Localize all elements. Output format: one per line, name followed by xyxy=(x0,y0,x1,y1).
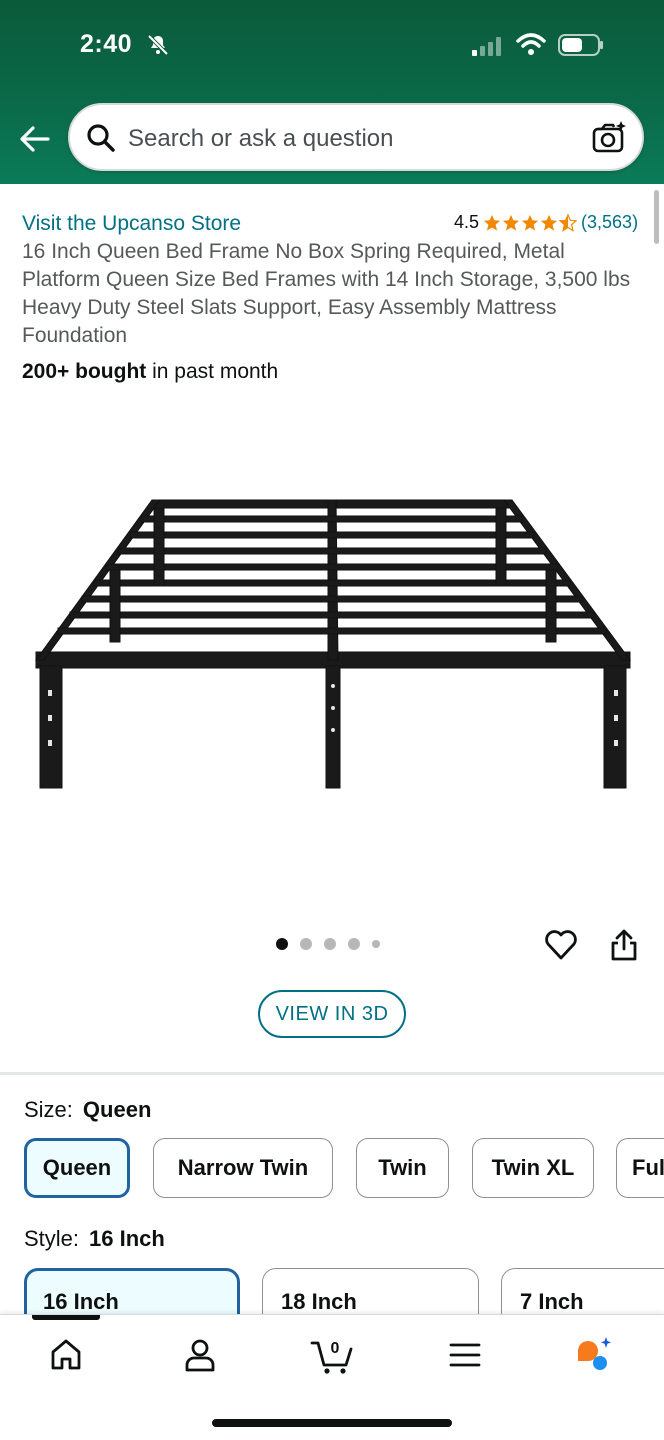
bought-count: 200+ bought xyxy=(22,360,147,383)
size-option-twin[interactable]: Twin xyxy=(356,1138,449,1198)
store-link[interactable]: Visit the Upcanso Store xyxy=(22,212,241,236)
wifi-icon xyxy=(516,33,546,55)
star-half-icon xyxy=(559,213,578,232)
size-option-twin-xl[interactable]: Twin XL xyxy=(472,1138,594,1198)
product-title: 16 Inch Queen Bed Frame No Box Spring Re… xyxy=(22,240,631,347)
home-indicator[interactable] xyxy=(212,1419,452,1427)
star-icon xyxy=(521,214,539,231)
star-rating xyxy=(483,213,578,232)
star-icon xyxy=(483,214,501,231)
rufus-assistant-icon[interactable] xyxy=(574,1335,614,1375)
back-arrow-icon[interactable] xyxy=(18,122,52,156)
size-option-narrow-twin[interactable]: Narrow Twin xyxy=(153,1138,333,1198)
rating-count: (3,563) xyxy=(581,212,639,232)
view-in-3d-button[interactable]: VIEW IN 3D xyxy=(258,990,406,1038)
cart-icon[interactable]: 0 xyxy=(310,1335,356,1375)
bought-in-past-month: 200+ bought in past month xyxy=(22,360,278,384)
star-icon xyxy=(502,214,520,231)
account-icon[interactable] xyxy=(180,1335,220,1375)
app-header: 2:40 Search or ask a question xyxy=(0,0,664,184)
size-option-queen[interactable]: Queen xyxy=(24,1138,130,1198)
style-selected-value: 16 Inch xyxy=(89,1226,165,1251)
search-input[interactable]: Search or ask a question xyxy=(68,103,644,171)
home-icon[interactable] xyxy=(46,1335,86,1375)
bottom-nav: 0 xyxy=(0,1314,664,1440)
carousel-dot[interactable] xyxy=(276,938,288,950)
size-selected-value: Queen xyxy=(82,1097,152,1122)
cart-count: 0 xyxy=(331,1340,340,1357)
rating-summary[interactable]: 4.5 (3,563) xyxy=(454,212,638,233)
carousel-dot[interactable] xyxy=(324,938,336,950)
active-tab-indicator xyxy=(32,1315,100,1320)
size-label-text: Size: xyxy=(24,1097,73,1122)
search-placeholder: Search or ask a question xyxy=(128,125,394,152)
status-time: 2:40 xyxy=(80,30,133,58)
share-icon[interactable] xyxy=(608,928,640,962)
carousel-dot[interactable] xyxy=(372,940,380,948)
section-divider xyxy=(0,1072,664,1075)
size-label: Size: Queen xyxy=(24,1097,151,1123)
size-option-full[interactable]: Full xyxy=(616,1138,664,1198)
carousel-dot[interactable] xyxy=(348,938,360,950)
style-label-text: Style: xyxy=(24,1226,80,1251)
search-icon xyxy=(87,124,115,152)
battery-icon xyxy=(558,34,603,56)
camera-search-icon[interactable] xyxy=(590,119,628,157)
star-icon xyxy=(540,214,558,231)
rating-value: 4.5 xyxy=(454,212,480,232)
image-carousel-dots[interactable] xyxy=(276,938,380,950)
signal-icon xyxy=(472,37,501,56)
product-image[interactable] xyxy=(30,490,634,800)
carousel-dot[interactable] xyxy=(300,938,312,950)
scrollbar[interactable] xyxy=(654,190,659,244)
heart-icon[interactable] xyxy=(544,928,578,962)
bought-rest: in past month xyxy=(146,360,279,383)
bell-muted-icon xyxy=(147,34,169,56)
style-label: Style: 16 Inch xyxy=(24,1226,165,1252)
menu-icon[interactable] xyxy=(445,1335,485,1375)
